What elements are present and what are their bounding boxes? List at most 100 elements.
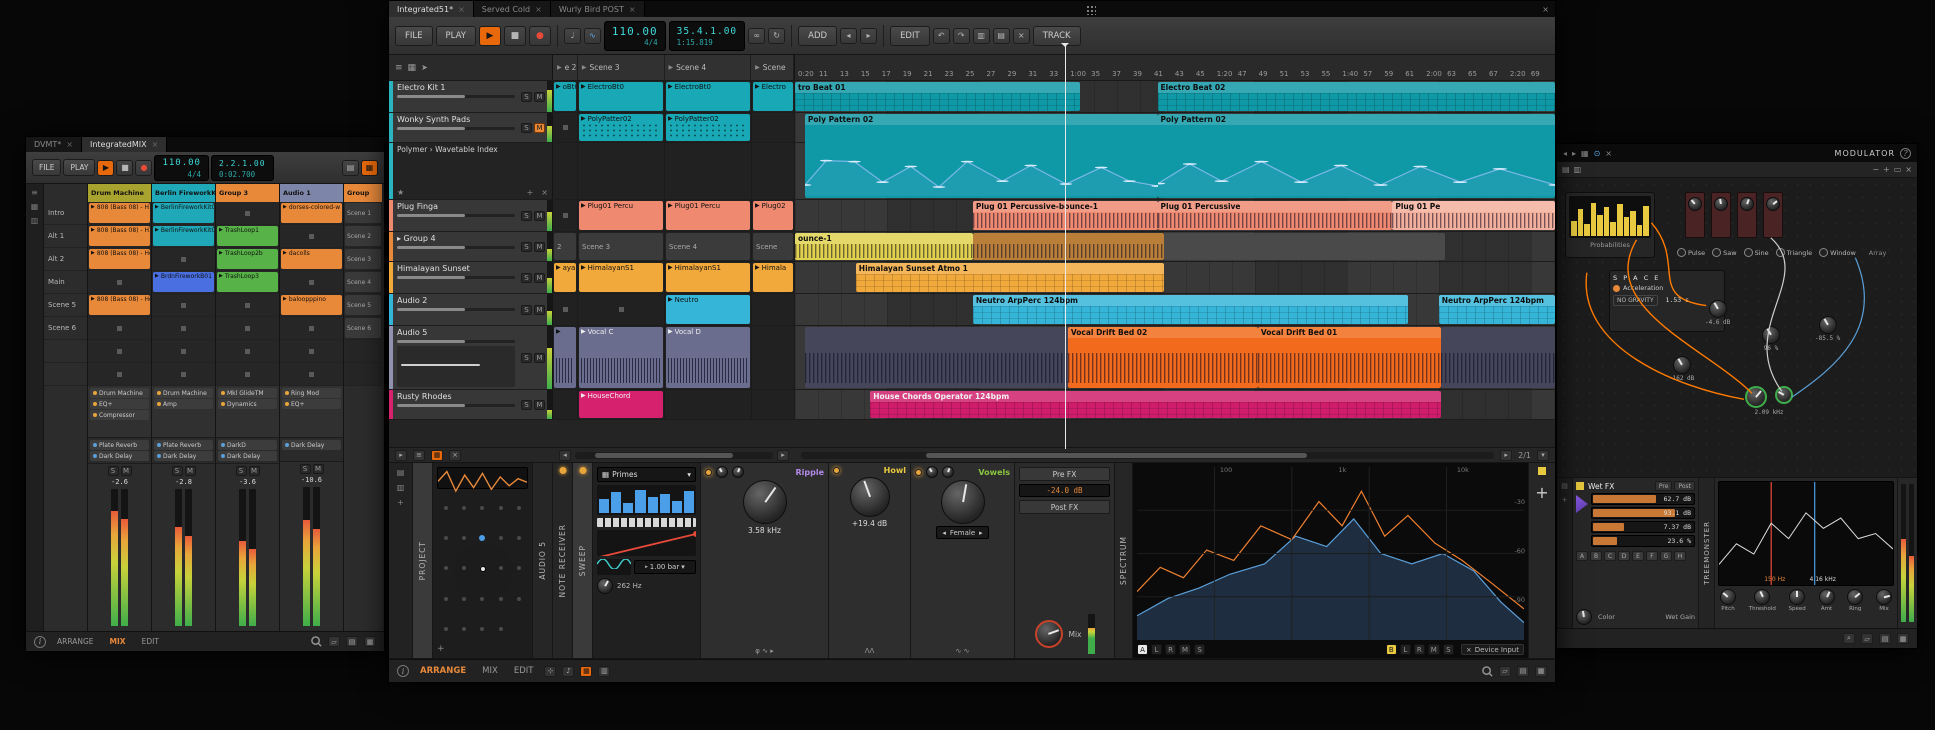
section-controls[interactable]: ΛΛ [833,647,906,655]
panel-icon[interactable]: ▤ [342,160,359,176]
clip-play-icon[interactable]: ▶ [556,328,561,336]
project-tab[interactable]: IntegratedMIX× [82,137,167,152]
group-scene-cell[interactable]: Scene 4 [666,233,750,260]
track-button[interactable]: TRACK [1033,26,1081,46]
clip-slot[interactable]: ▶Neutro [665,294,752,325]
clip-slot[interactable] [216,340,279,363]
consolidate-icon[interactable]: ▤ [993,28,1010,44]
clip-slot[interactable]: ▶dorses-colored-w [280,202,343,225]
stop-button[interactable] [563,213,568,218]
modules-icon[interactable]: ▤ [1562,165,1570,174]
clip-slot[interactable] [280,317,343,340]
clip-slot[interactable] [553,390,578,419]
main-knob[interactable] [743,480,787,524]
channel-name[interactable]: Audio 1 [280,184,343,202]
stop-button[interactable] [181,326,186,331]
group-scene-cell[interactable]: Scene [753,233,793,260]
dual-view-icon[interactable]: ▥ [598,666,610,677]
launcher-clip[interactable]: ▶808 (Bass 08) - Ho [89,295,150,315]
stop-button[interactable] [245,372,250,377]
clip-slot[interactable] [665,143,752,199]
module-knob[interactable] [1766,197,1780,211]
scene-name[interactable]: Main [44,271,87,294]
add-prev-icon[interactable]: ◂ [840,28,857,44]
clip-slot[interactable]: Scene 5 [344,294,382,317]
clip-slot[interactable]: ▶Electro [752,81,795,112]
post-button[interactable]: Post [1674,481,1695,491]
duplicate-icon[interactable]: ▥ [973,28,990,44]
follow-playhead-icon[interactable]: ▸ [1500,450,1512,461]
stop-button[interactable] [563,125,568,130]
zoom-out-icon[interactable]: − [1872,165,1879,174]
scene-play-icon[interactable]: ▶ [582,64,587,71]
file-button[interactable]: FILE [32,159,61,176]
param-value[interactable]: 62.7 dB [1591,493,1695,505]
group-scene-cell[interactable]: Scene 3 [579,233,663,260]
snap-icon[interactable]: ⊹ [544,666,556,677]
mute-button[interactable]: M [534,353,545,363]
clip-play-icon[interactable]: ▶ [755,83,760,91]
favorite-icon[interactable]: ★ [397,188,404,197]
launcher-clip[interactable]: ▶BrdnFireworkB01 [153,272,214,292]
xy-dot[interactable] [444,536,448,540]
grid-icon[interactable]: ▦ [1581,149,1589,158]
grid-knob[interactable]: -4.6 dB [1705,300,1730,326]
xy-grid[interactable] [437,493,528,644]
clip-slot[interactable] [216,202,279,225]
scene-name[interactable] [44,363,87,386]
search-icon[interactable] [1482,666,1493,677]
clip-play-icon[interactable]: ▶ [581,392,586,400]
clip-slot[interactable]: ▶Vocal C [578,326,665,389]
wave-option-triangle[interactable]: Triangle [1776,248,1813,257]
scroll-left-icon[interactable]: ◂ [559,450,571,461]
group-scene-cell[interactable]: Scene 1 [345,203,381,223]
file-icon[interactable]: ▱ [328,636,340,647]
launcher-scrollbar[interactable] [575,452,773,459]
clip-slot[interactable] [88,363,151,386]
stop-button[interactable] [245,326,250,331]
arranger-lane[interactable]: House Chords Operator 124bpm [795,390,1555,419]
track-fader[interactable] [397,346,515,387]
arranger-clip[interactable]: Plug 01 Percussive [1158,201,1393,230]
arranger-lane[interactable]: Poly Pattern 02Poly Pattern 02 [795,113,1555,142]
grid-icon[interactable]: ▦ [31,202,39,211]
wavetable-thumbnail[interactable] [437,467,528,489]
launcher-toggle-icon[interactable]: ▦ [431,450,443,461]
launcher-clip[interactable]: ▶HouseChord [579,391,663,418]
tab-close-icon[interactable]: × [458,5,465,14]
tm-knob-amt[interactable]: Amt [1819,589,1835,625]
param-value[interactable]: 7.37 dB [1591,521,1695,533]
scene-name[interactable]: Intro [44,202,87,225]
clip-slot[interactable] [216,363,279,386]
scene-play-icon[interactable]: ▶ [669,64,674,71]
play-menu-button[interactable]: PLAY [436,26,476,46]
lfo-rate-selector[interactable]: ▸1.00 bar▾ [634,560,696,574]
channel-button-a[interactable]: A [1137,644,1148,655]
mute-button[interactable]: M [534,273,545,283]
tm-knob-speed[interactable]: Speed [1789,589,1806,625]
clip-slot[interactable]: ▶808 (Bass 08) - H1 [88,202,151,225]
grid-icon[interactable]: ▦ [408,63,417,73]
device-chip[interactable]: Compressor [90,410,149,420]
volume-slider[interactable] [397,246,515,249]
redo-icon[interactable]: ↷ [953,28,970,44]
xy-dot[interactable] [499,506,503,510]
pre-fx-value[interactable]: -24.0 dB [1019,484,1110,497]
xy-dot[interactable] [462,597,466,601]
mute-button[interactable]: M [534,400,545,410]
power-icon[interactable] [559,467,566,474]
arranger-lane[interactable]: Vocal Drift Bed 02Vocal Drift Bed 01 [795,326,1555,389]
stop-button[interactable] [563,307,568,312]
wave-option-window[interactable]: Window [1819,248,1856,257]
xy-dot[interactable] [462,506,466,510]
pad-b[interactable]: B [1590,551,1602,561]
view-tab-mix[interactable]: MIX [477,664,503,678]
pad-f[interactable]: F [1646,551,1658,561]
pad-e[interactable]: E [1632,551,1644,561]
channel-button-s[interactable]: S [1194,644,1205,655]
send-chip[interactable]: DarkD [218,440,277,450]
file-icon[interactable]: ▱ [1499,666,1511,677]
dashboard-icon[interactable] [1085,4,1096,15]
xy-point-blue[interactable] [479,535,485,541]
panel-icon[interactable]: ▥ [31,216,39,225]
